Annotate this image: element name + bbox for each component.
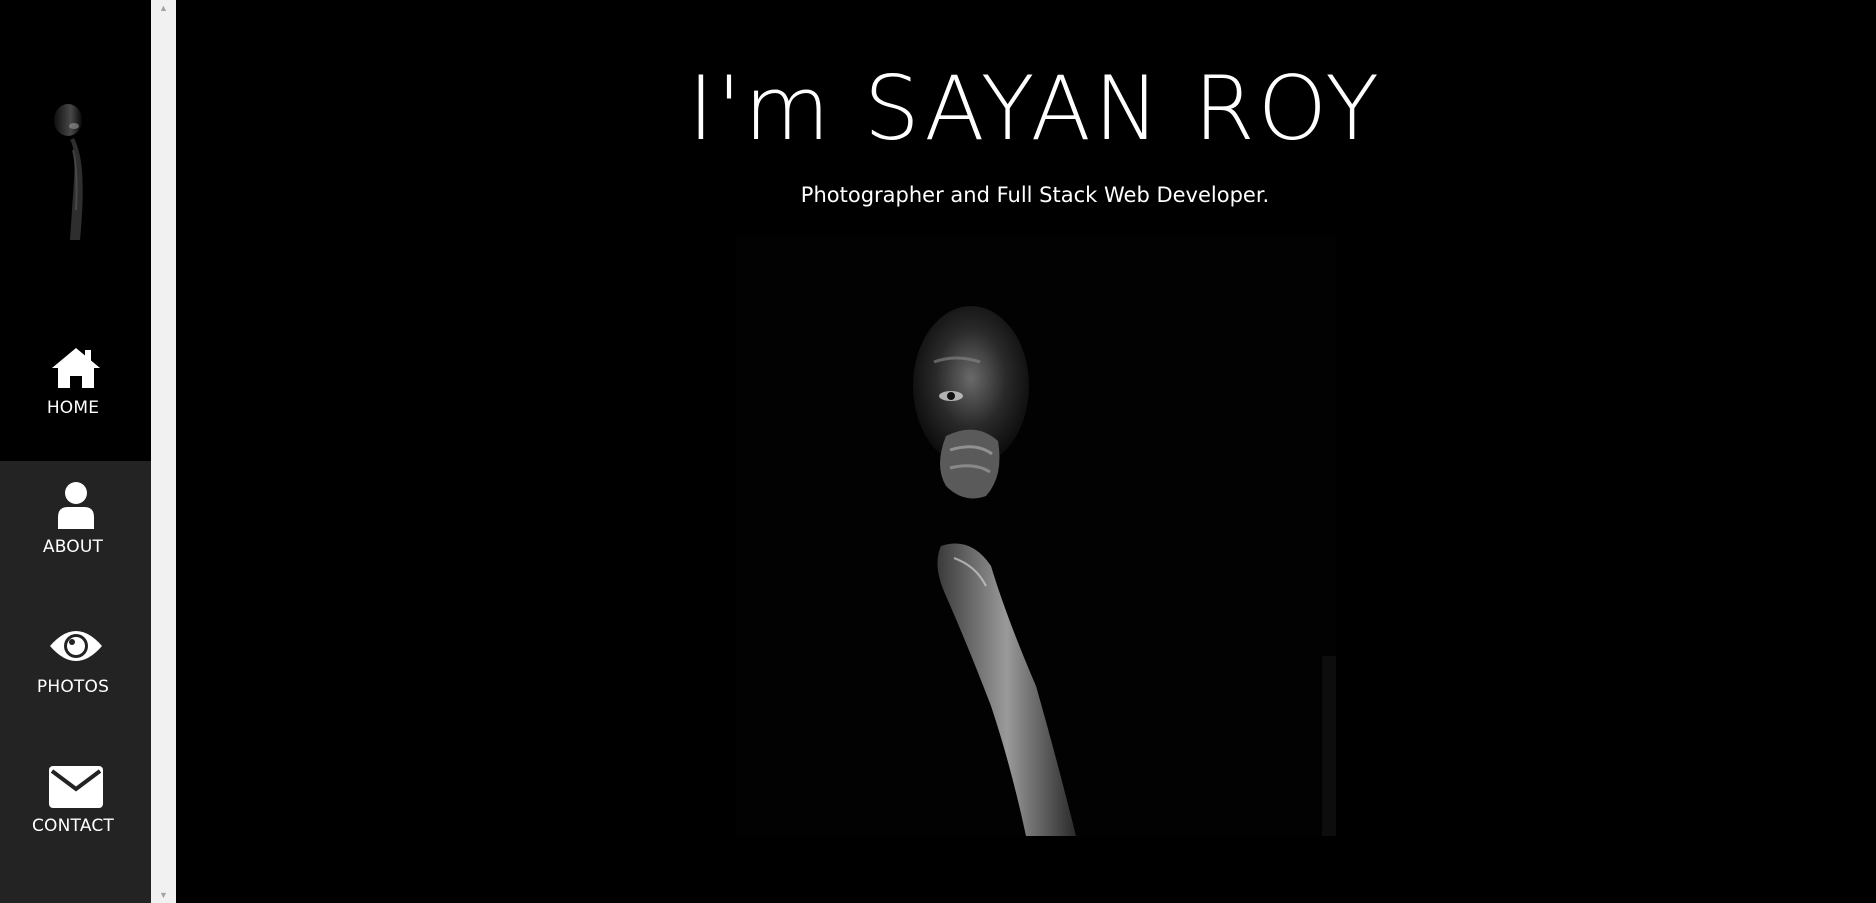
page: HOME ABOUT PHOTOS CONTACT ▲ ▼ I'm SAYAN … <box>0 0 1876 903</box>
sidebar-item-home[interactable]: HOME <box>0 340 151 460</box>
sidebar-item-label: PHOTOS <box>36 677 110 697</box>
sidebar-item-about[interactable]: ABOUT <box>0 477 151 597</box>
home-icon <box>0 346 151 395</box>
sidebar-item-label: CONTACT <box>31 816 115 836</box>
hero-title: I'm SAYAN ROY <box>688 57 1382 160</box>
envelope-icon <box>0 765 151 814</box>
hero-subtitle: Photographer and Full Stack Web Develope… <box>800 183 1270 207</box>
user-icon <box>0 481 151 534</box>
hero-photo <box>736 236 1336 836</box>
sidebar-item-label: HOME <box>46 398 100 418</box>
eye-icon <box>0 628 151 669</box>
scroll-down-arrow-icon[interactable]: ▼ <box>151 887 176 903</box>
sidebar-item-photos[interactable]: PHOTOS <box>0 620 151 740</box>
sidebar-item-label: ABOUT <box>42 537 104 557</box>
sidebar: HOME ABOUT PHOTOS CONTACT <box>0 0 151 903</box>
main-content: I'm SAYAN ROY Photographer and Full Stac… <box>176 0 1876 903</box>
scrollbar[interactable]: ▲ ▼ <box>151 0 176 903</box>
avatar <box>40 90 112 240</box>
sidebar-item-contact[interactable]: CONTACT <box>0 760 151 880</box>
scroll-up-arrow-icon[interactable]: ▲ <box>151 0 176 16</box>
